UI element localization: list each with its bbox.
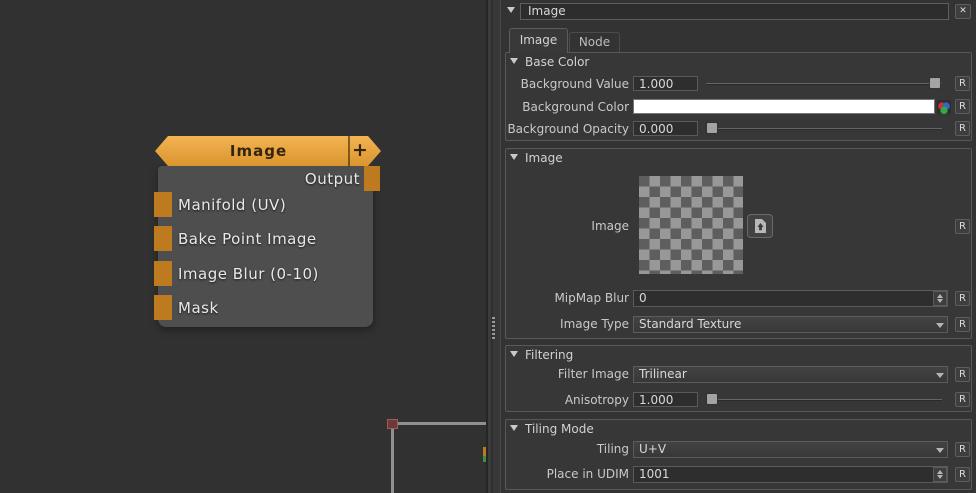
background-color-swatch[interactable] (633, 99, 935, 114)
background-opacity-label: Background Opacity (497, 122, 629, 137)
background-opacity-slider-handle[interactable] (706, 122, 718, 134)
filter-image-dropdown[interactable]: Trilinear (633, 366, 948, 383)
anisotropy-label: Anisotropy (497, 393, 629, 408)
filter-image-label: Filter Image (497, 367, 629, 382)
filter-image-reset-button[interactable]: R (955, 367, 970, 382)
anisotropy-reset-button[interactable]: R (955, 392, 970, 407)
panel-title-field: Image (520, 3, 949, 20)
image-section-title: Image (525, 151, 563, 165)
background-opacity-reset-button[interactable]: R (955, 121, 970, 136)
color-picker-icon[interactable] (937, 100, 951, 114)
image-label: Image (497, 219, 629, 234)
collapse-triangle-icon[interactable] (507, 7, 515, 13)
mipmap-blur-field[interactable]: 0 (633, 290, 948, 307)
image-type-label: Image Type (497, 317, 629, 332)
image-type-value: Standard Texture (639, 317, 741, 331)
base-color-collapse-icon[interactable] (510, 58, 518, 64)
properties-panel: Image ✕ Image Node Base Color Background… (500, 0, 976, 493)
input-port-label: Mask (178, 299, 219, 317)
tab-image[interactable]: Image (509, 28, 568, 53)
node-header[interactable]: Image + (155, 136, 381, 166)
background-value-label: Background Value (497, 77, 629, 92)
backdrop-frame[interactable] (391, 422, 486, 493)
tiling-value: U+V (639, 442, 666, 456)
anisotropy-slider-handle[interactable] (706, 393, 718, 405)
upload-image-button[interactable] (747, 214, 773, 238)
mipmap-blur-label: MipMap Blur (497, 291, 629, 306)
node-title: Image (168, 136, 349, 166)
anisotropy-field[interactable]: 1.000 (633, 392, 698, 407)
input-port-label: Bake Point Image (178, 230, 317, 248)
chevron-down-icon (936, 323, 944, 328)
tab-node-label: Node (579, 35, 610, 49)
filtering-title: Filtering (525, 348, 573, 362)
mipmap-blur-reset-button[interactable]: R (955, 291, 970, 306)
place-in-udim-spinner[interactable] (933, 467, 947, 482)
place-in-udim-field[interactable]: 1001 (633, 466, 948, 483)
app-window: Image + Output Manifold (UV) Bake Point … (0, 0, 976, 493)
input-port-mask[interactable] (154, 295, 172, 320)
input-port-label: Manifold (UV) (178, 196, 286, 214)
background-value-field[interactable]: 1.000 (633, 76, 698, 91)
output-port[interactable] (364, 166, 380, 191)
image-collapse-icon[interactable] (510, 154, 518, 160)
input-port-manifold[interactable] (154, 192, 172, 217)
tiling-dropdown[interactable]: U+V (633, 441, 948, 458)
upload-file-icon (754, 218, 767, 234)
mipmap-blur-spinner[interactable] (933, 291, 947, 306)
tiling-label: Tiling (497, 442, 629, 457)
base-color-title: Base Color (525, 55, 589, 69)
chevron-down-icon (936, 448, 944, 453)
chevron-down-icon (936, 373, 944, 378)
filtering-collapse-icon[interactable] (510, 351, 518, 357)
image-type-dropdown[interactable]: Standard Texture (633, 316, 948, 333)
input-port-image-blur[interactable] (154, 261, 172, 286)
anisotropy-slider-track[interactable] (706, 399, 942, 401)
image-thumbnail[interactable] (639, 176, 743, 274)
filter-image-value: Trilinear (639, 367, 687, 381)
background-opacity-field[interactable]: 0.000 (633, 121, 698, 136)
place-in-udim-label: Place in UDIM (497, 467, 629, 482)
place-in-udim-reset-button[interactable]: R (955, 467, 970, 482)
output-port-label: Output (200, 170, 360, 188)
node-add-button[interactable]: + (350, 136, 370, 166)
close-icon: ✕ (959, 6, 967, 16)
panel-title: Image (528, 4, 566, 18)
tiling-mode-collapse-icon[interactable] (510, 425, 518, 431)
background-value-reset-button[interactable]: R (955, 76, 970, 91)
background-value-slider-track[interactable] (706, 83, 942, 85)
splitter-grip-icon[interactable] (492, 317, 495, 339)
tab-node[interactable]: Node (569, 32, 620, 52)
input-port-bake-point[interactable] (154, 226, 172, 251)
background-value-slider-handle[interactable] (929, 77, 941, 89)
plus-icon: + (352, 139, 368, 161)
image-type-reset-button[interactable]: R (955, 317, 970, 332)
background-opacity-slider-track[interactable] (706, 128, 942, 130)
close-button[interactable]: ✕ (955, 4, 971, 19)
background-color-reset-button[interactable]: R (955, 99, 970, 114)
frame-corner-handle[interactable] (387, 419, 398, 429)
tiling-reset-button[interactable]: R (955, 442, 970, 457)
background-color-label: Background Color (497, 100, 629, 115)
tiling-mode-title: Tiling Mode (525, 422, 594, 436)
input-port-label: Image Blur (0-10) (178, 265, 319, 283)
panel-splitter[interactable] (486, 0, 500, 493)
node-graph-canvas[interactable]: Image + Output Manifold (UV) Bake Point … (0, 0, 486, 493)
image-reset-button[interactable]: R (955, 219, 970, 234)
tab-image-label: Image (520, 33, 558, 47)
